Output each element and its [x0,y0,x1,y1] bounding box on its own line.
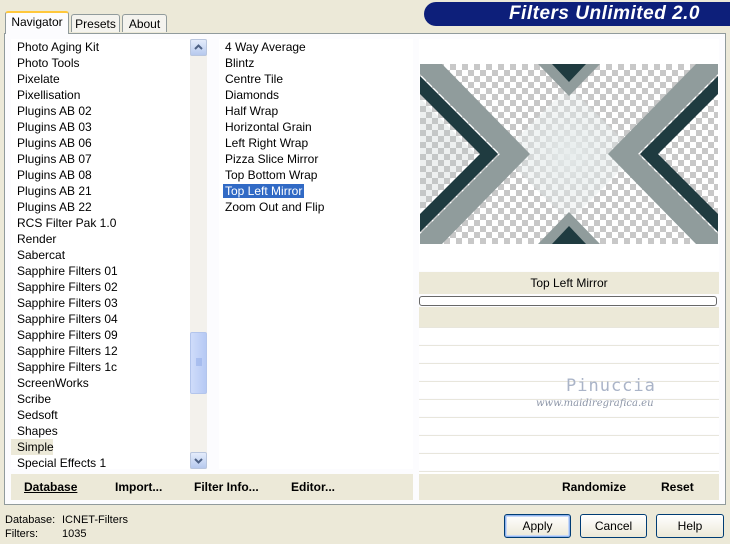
grip-icon [196,358,202,366]
parameter-row [419,417,719,434]
filter-item-selected[interactable]: Top Left Mirror [219,183,413,199]
filters-count: 1035 [62,528,87,540]
tab-navigator[interactable]: Navigator [5,11,69,34]
scroll-down-button[interactable] [190,452,207,469]
category-item[interactable]: Sapphire Filters 1c [11,359,190,375]
category-item[interactable]: Plugins AB 21 [11,183,190,199]
database-button-label: Database [24,480,78,494]
filters-label: Filters: [5,528,38,540]
category-item[interactable]: Sapphire Filters 09 [11,327,190,343]
filter-item[interactable]: Left Right Wrap [219,135,413,151]
category-item[interactable]: Pixellisation [11,87,190,103]
category-item[interactable]: Plugins AB 06 [11,135,190,151]
tab-presets[interactable]: Presets [71,14,120,32]
progress-bar [419,296,717,306]
reset-button[interactable]: Reset [661,478,694,496]
category-list[interactable]: Photo Aging Kit Photo Tools Pixelate Pixell… [11,39,190,469]
tab-about[interactable]: About [122,14,167,32]
title-banner: Filters Unlimited 2.0 [424,2,730,26]
category-item[interactable]: Sabercat [11,247,190,263]
filter-item[interactable]: 4 Way Average [219,39,413,55]
category-item[interactable]: Photo Aging Kit [11,39,190,55]
filter-item[interactable]: Half Wrap [219,103,413,119]
apply-button[interactable]: Apply [504,514,571,538]
filter-item[interactable]: Centre Tile [219,71,413,87]
current-filter-name: Top Left Mirror [419,272,719,294]
filter-item[interactable]: Horizontal Grain [219,119,413,135]
app-title: Filters Unlimited 2.0 [508,3,700,24]
category-item[interactable]: Plugins AB 08 [11,167,190,183]
filter-item[interactable]: Pizza Slice Mirror [219,151,413,167]
parameter-row [419,435,719,452]
scroll-thumb[interactable] [190,332,207,394]
help-button[interactable]: Help [656,514,724,538]
watermark-url: www.maidiregrafica.eu [536,398,654,409]
selected-filter-label: Top Left Mirror [223,184,305,198]
category-item[interactable]: Sapphire Filters 12 [11,343,190,359]
chevron-up-icon [194,44,203,50]
category-item[interactable]: Plugins AB 03 [11,119,190,135]
mirror-pattern-icon [420,64,718,244]
editor-button[interactable]: Editor... [291,478,335,496]
category-item[interactable]: Plugins AB 22 [11,199,190,215]
category-item[interactable]: Plugins AB 07 [11,151,190,167]
preview-image [420,64,718,244]
database-value: ICNET-Filters [62,514,128,526]
category-item[interactable]: Sedsoft [11,407,190,423]
filter-item[interactable]: Diamonds [219,87,413,103]
category-item[interactable]: Sapphire Filters 03 [11,295,190,311]
category-item[interactable]: Sapphire Filters 02 [11,279,190,295]
filter-item[interactable]: Zoom Out and Flip [219,199,413,215]
category-scrollbar[interactable] [190,39,207,469]
category-item[interactable]: Scribe [11,391,190,407]
parameter-row [419,345,719,362]
category-item[interactable]: ScreenWorks [11,375,190,391]
database-label: Database: [5,514,56,526]
parameter-row [419,453,719,470]
filter-info-button[interactable]: Filter Info... [194,478,259,496]
randomize-button[interactable]: Randomize [562,478,626,496]
category-item[interactable]: Sapphire Filters 01 [11,263,190,279]
category-item[interactable]: RCS Filter Pak 1.0 [11,215,190,231]
category-item[interactable]: Pixelate [11,71,190,87]
control-header [419,307,719,327]
import-button[interactable]: Import... [115,478,162,496]
scroll-up-button[interactable] [190,39,207,56]
cancel-button[interactable]: Cancel [580,514,647,538]
filter-list[interactable]: 4 Way Average Blintz Centre Tile Diamonds Ha… [219,39,413,469]
chevron-down-icon [194,458,203,464]
category-item[interactable]: Simple [11,439,54,455]
category-item[interactable]: Special Effects 1 [11,455,190,469]
watermark-name: Pinuccia [566,376,656,396]
category-item[interactable]: Shapes [11,423,190,439]
category-item[interactable]: Sapphire Filters 04 [11,311,190,327]
database-button[interactable]: Database [24,478,77,496]
category-item[interactable]: Plugins AB 02 [11,103,190,119]
filter-item[interactable]: Blintz [219,55,413,71]
filter-item[interactable]: Top Bottom Wrap [219,167,413,183]
category-item[interactable]: Photo Tools [11,55,190,71]
parameter-row [419,327,719,344]
category-item[interactable]: Render [11,231,190,247]
